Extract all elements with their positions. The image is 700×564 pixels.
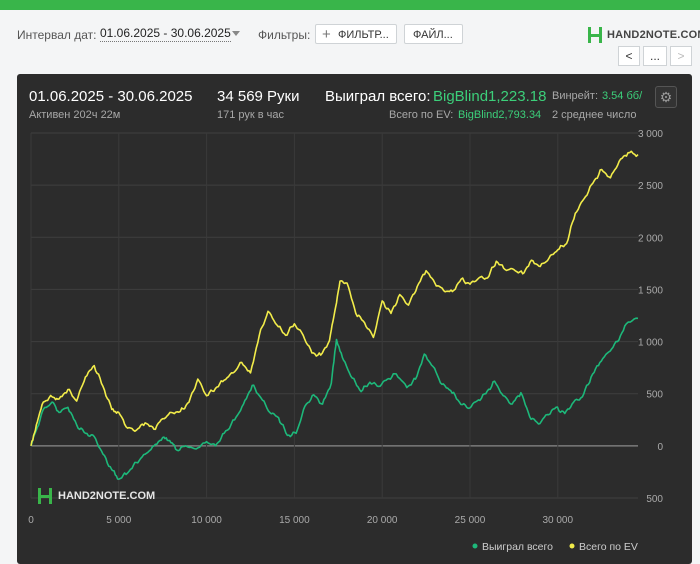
series-line-ev	[30, 150, 639, 447]
x-tick-label: 30 000	[542, 515, 573, 526]
legend-label: Всего по EV	[579, 541, 638, 553]
chart-watermark: HAND2NOTE.COM	[37, 487, 155, 505]
y-tick-label: 2 500	[638, 181, 663, 192]
y-tick-label: 500	[646, 390, 663, 401]
x-tick-label: 20 000	[367, 515, 398, 526]
x-tick-label: 25 000	[455, 515, 486, 526]
watermark-text: HAND2NOTE.COM	[58, 490, 156, 502]
x-tick-label: 15 000	[279, 515, 310, 526]
x-tick-label: 5 000	[106, 515, 131, 526]
y-tick-label: 500	[646, 494, 663, 505]
x-tick-label: 10 000	[191, 515, 222, 526]
y-tick-label: 0	[657, 442, 663, 453]
y-tick-label: 2 000	[638, 233, 663, 244]
legend-label: Выиграл всего	[482, 541, 553, 553]
legend-marker	[472, 543, 478, 549]
y-tick-label: 1 500	[638, 285, 663, 296]
x-tick-label: 0	[28, 515, 34, 526]
watermark-logo-icon	[38, 488, 52, 504]
gear-icon: ⚙	[659, 89, 673, 105]
settings-button[interactable]: ⚙	[655, 86, 677, 108]
y-tick-label: 3 000	[638, 129, 663, 140]
series-line-won	[30, 317, 639, 480]
bankroll-chart: 3 000 2 500 2 000 1 500 1 000 500 0 500 0 5 000 10…	[28, 129, 663, 553]
y-tick-label: 1 000	[638, 338, 663, 349]
legend-marker	[569, 543, 575, 549]
